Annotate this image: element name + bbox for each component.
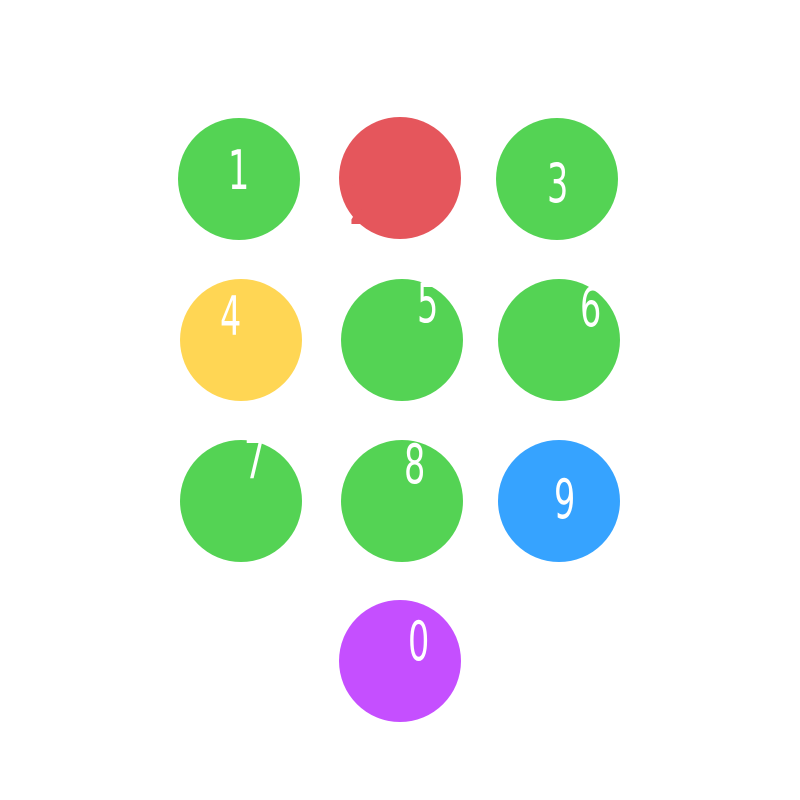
key-7[interactable] bbox=[180, 440, 302, 562]
number-keypad: 1 2 3 4 5 6 7 8 9 0 bbox=[0, 0, 800, 800]
digit-5: 5 bbox=[417, 272, 439, 335]
digit-1: 1 bbox=[228, 139, 250, 202]
key-0[interactable] bbox=[339, 600, 461, 722]
key-6[interactable] bbox=[498, 279, 620, 401]
digit-2: 2 bbox=[349, 174, 371, 237]
digit-0: 0 bbox=[408, 610, 430, 673]
digit-8: 8 bbox=[404, 433, 426, 496]
key-5[interactable] bbox=[341, 279, 463, 401]
digit-6: 6 bbox=[580, 276, 602, 339]
digit-7: 7 bbox=[244, 428, 266, 491]
digit-3: 3 bbox=[547, 152, 569, 215]
digit-4: 4 bbox=[220, 285, 242, 348]
key-8[interactable] bbox=[341, 440, 463, 562]
digit-9: 9 bbox=[554, 468, 576, 531]
